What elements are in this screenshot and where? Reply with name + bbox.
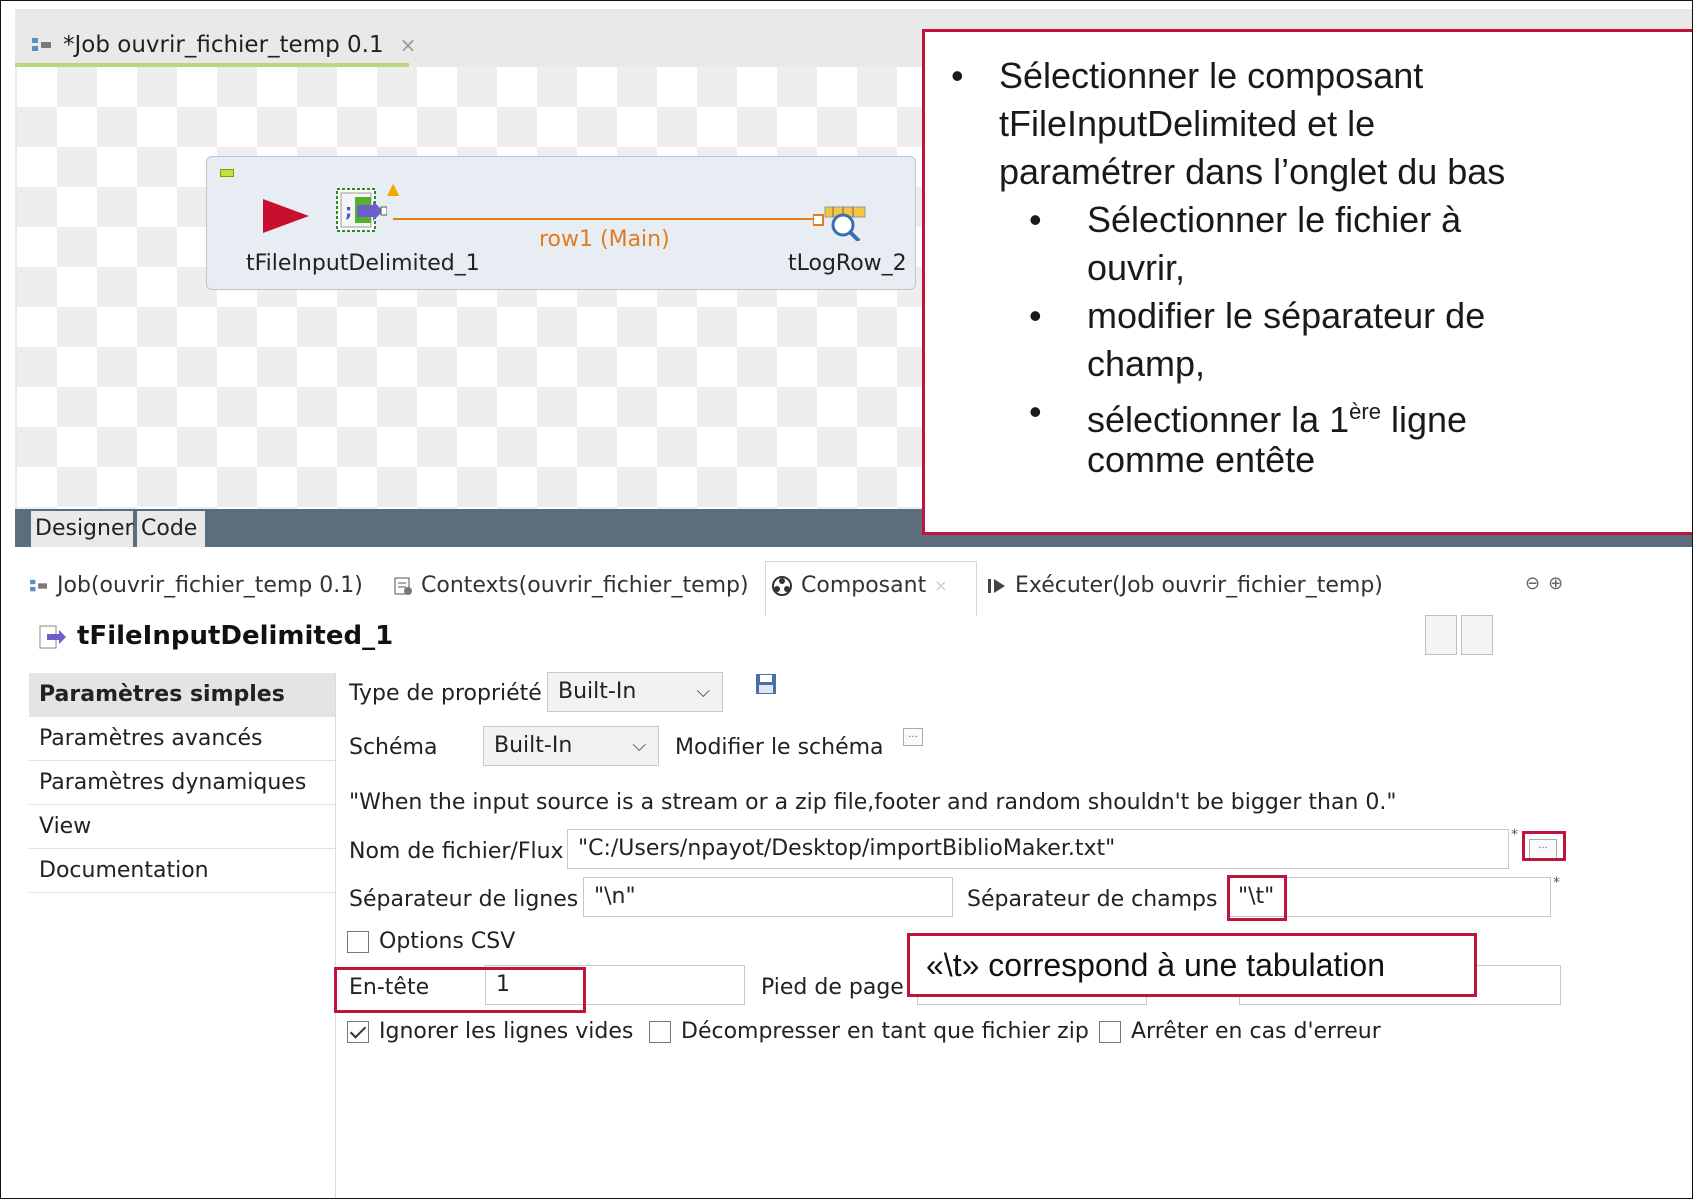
highlight-box — [1227, 875, 1287, 921]
row-separator-input[interactable]: "\n" — [583, 877, 953, 917]
chevron-down-icon: ⌵ — [632, 735, 646, 756]
tab-executer[interactable]: Exécuter(Job ouvrir_fichier_temp) — [987, 573, 1383, 598]
annotation-line: modifier le séparateur de — [1087, 295, 1486, 336]
job-icon — [32, 38, 51, 51]
nav-basic-settings[interactable]: Paramètres simples — [29, 673, 335, 717]
skip-empty-rows-label: Ignorer les lignes vides — [379, 1019, 634, 1044]
screenshot-frame: *Job ouvrir_fichier_temp 0.1 × ; ▲ row1 … — [0, 0, 1693, 1199]
view-controls: ⊖⊕ — [1525, 573, 1571, 594]
tab-job[interactable]: Job(ouvrir_fichier_temp 0.1) — [29, 573, 363, 598]
layout-buttons — [1425, 615, 1493, 655]
start-arrow-icon — [263, 199, 309, 233]
nav-documentation[interactable]: Documentation — [29, 849, 335, 893]
required-mark: * — [1553, 875, 1560, 891]
tab-contexts[interactable]: Contexts(ouvrir_fichier_temp) — [393, 573, 749, 598]
bullet: • — [1029, 295, 1042, 336]
property-type-select[interactable]: Built-In ⌵ — [547, 672, 723, 712]
close-icon[interactable]: × — [934, 576, 947, 595]
annotation-line: Sélectionner le fichier à — [1087, 199, 1462, 240]
run-icon — [988, 578, 1005, 593]
annotation-line: Sélectionner le composant — [999, 55, 1424, 96]
tab-code[interactable]: Code — [137, 511, 205, 547]
uncompress-checkbox[interactable] — [649, 1021, 671, 1043]
die-on-error-label: Arrêter en cas d'erreur — [1131, 1019, 1381, 1044]
required-mark: * — [1511, 827, 1518, 843]
filename-input[interactable]: "C:/Users/npayot/Desktop/importBiblioMak… — [567, 829, 1509, 869]
annotation-line: comme entête — [1087, 439, 1316, 480]
maximize-icon[interactable]: ⊕ — [1548, 573, 1571, 594]
editor-tab-label: *Job ouvrir_fichier_temp 0.1 — [63, 32, 384, 58]
views-tab-bar: Job(ouvrir_fichier_temp 0.1) Contexts(ou… — [15, 561, 1692, 616]
row-link[interactable] — [393, 218, 813, 220]
component-title: tFileInputDelimited_1 — [77, 621, 394, 651]
nav-view[interactable]: View — [29, 805, 335, 849]
editor-tab[interactable]: *Job ouvrir_fichier_temp 0.1 × — [31, 21, 416, 69]
file-input-icon — [39, 625, 66, 649]
schema-select[interactable]: Built-In ⌵ — [483, 726, 659, 766]
filename-label: Nom de fichier/Flux — [349, 839, 564, 864]
log-row-icon[interactable] — [813, 201, 873, 241]
edit-schema-button[interactable]: … — [903, 728, 923, 746]
field-separator-label: Séparateur de champs — [967, 887, 1218, 912]
settings-nav: Paramètres simples Paramètres avancés Pa… — [29, 673, 336, 1198]
annotation-line: paramétrer dans l’onglet du bas — [999, 151, 1506, 192]
tab-label: Exécuter(Job ouvrir_fichier_temp) — [1015, 573, 1383, 598]
grid-layout-icon[interactable] — [1425, 615, 1457, 655]
component-label[interactable]: tFileInputDelimited_1 — [246, 251, 480, 276]
annotation-line: tFileInputDelimited et le — [999, 103, 1376, 144]
callout-box: «\t» correspond à une tabulation — [907, 933, 1477, 997]
warning-text: "When the input source is a stream or a … — [349, 790, 1397, 815]
close-icon[interactable]: × — [400, 33, 417, 57]
save-icon[interactable] — [755, 673, 777, 695]
edit-schema-label: Modifier le schéma — [675, 735, 884, 760]
schema-label: Schéma — [349, 735, 438, 760]
nav-advanced-settings[interactable]: Paramètres avancés — [29, 717, 335, 761]
job-icon — [30, 579, 47, 591]
tab-composant[interactable]: Composant × — [771, 573, 948, 598]
annotation-text: ligne — [1380, 399, 1468, 440]
bullet: • — [951, 55, 964, 96]
annotation-text: sélectionner la 1 — [1087, 399, 1350, 440]
highlight-box — [334, 967, 586, 1013]
nav-dynamic-settings[interactable]: Paramètres dynamiques — [29, 761, 335, 805]
superscript: ère — [1349, 399, 1381, 424]
annotation-line: ouvrir, — [1087, 247, 1186, 288]
component-header: tFileInputDelimited_1 — [31, 615, 1692, 661]
collapse-icon[interactable] — [220, 169, 234, 177]
bullet: • — [1029, 391, 1042, 432]
tab-designer[interactable]: Designer — [31, 511, 134, 547]
select-value: Built-In — [558, 679, 637, 704]
row-separator-label: Séparateur de lignes — [349, 887, 579, 912]
highlight-box — [1522, 831, 1566, 861]
csv-options-checkbox[interactable] — [347, 931, 369, 953]
row-link-label[interactable]: row1 (Main) — [539, 227, 670, 252]
list-layout-icon[interactable] — [1461, 615, 1493, 655]
bullet: • — [1029, 199, 1042, 240]
footer-label: Pied de page — [761, 975, 904, 1000]
select-value: Built-In — [494, 733, 573, 758]
chevron-down-icon: ⌵ — [696, 681, 710, 702]
minimize-icon[interactable]: ⊖ — [1525, 573, 1548, 594]
uncompress-label: Décompresser en tant que fichier zip — [681, 1019, 1089, 1044]
die-on-error-checkbox[interactable] — [1099, 1021, 1121, 1043]
annotation-box: • Sélectionner le composant tFileInputDe… — [922, 29, 1692, 535]
csv-options-label: Options CSV — [379, 929, 516, 954]
file-input-delimited-icon[interactable]: ; — [335, 187, 387, 233]
tab-label: Contexts(ouvrir_fichier_temp) — [421, 573, 749, 598]
skip-empty-rows-checkbox[interactable] — [347, 1021, 369, 1043]
warning-icon: ▲ — [387, 179, 400, 198]
property-type-label: Type de propriété — [349, 681, 542, 706]
component-label[interactable]: tLogRow_2 — [788, 251, 907, 276]
tab-label: Composant — [801, 573, 927, 598]
annotation-line: champ, — [1087, 343, 1206, 384]
contexts-icon — [394, 577, 412, 595]
svg-text:;: ; — [345, 201, 352, 222]
tab-label: Job(ouvrir_fichier_temp 0.1) — [57, 573, 363, 598]
component-icon — [772, 575, 792, 596]
